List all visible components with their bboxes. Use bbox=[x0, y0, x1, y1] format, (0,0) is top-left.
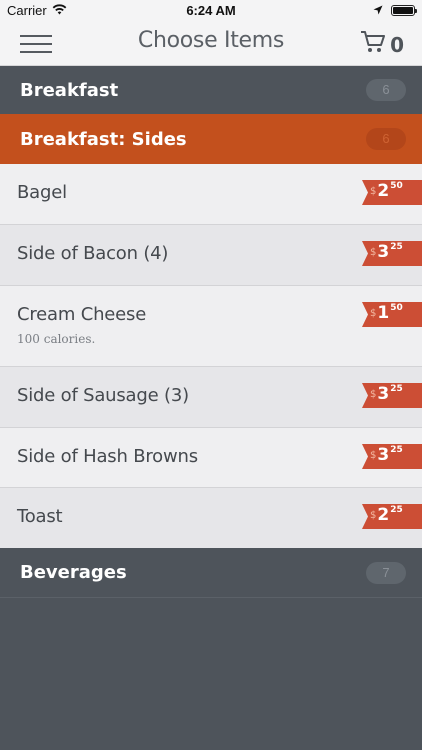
price-tag: $250 bbox=[362, 180, 422, 205]
section-count-badge: 7 bbox=[366, 561, 406, 584]
status-bar: Carrier 6:24 AM bbox=[0, 0, 422, 20]
status-time: 6:24 AM bbox=[186, 3, 236, 18]
price-cents: 25 bbox=[390, 242, 403, 252]
cart-button[interactable]: 0 bbox=[360, 30, 404, 59]
price-currency: $ bbox=[370, 186, 377, 197]
price-currency: $ bbox=[370, 450, 377, 461]
price-label: $325 bbox=[370, 384, 403, 404]
price-cents: 25 bbox=[390, 384, 403, 394]
cart-icon bbox=[360, 30, 386, 59]
menu-item-row[interactable]: Side of Sausage (3) $325 bbox=[0, 367, 422, 428]
price-tag: $225 bbox=[362, 504, 422, 529]
menu-item-row[interactable]: Toast $225 bbox=[0, 488, 422, 548]
price-currency: $ bbox=[370, 510, 377, 521]
price-label: $150 bbox=[370, 303, 403, 323]
price-dollars: 1 bbox=[377, 303, 390, 323]
cart-count: 0 bbox=[390, 32, 404, 57]
item-name: Side of Hash Browns bbox=[17, 446, 198, 467]
item-name: Bagel bbox=[17, 182, 67, 203]
price-currency: $ bbox=[370, 247, 377, 258]
price-dollars: 3 bbox=[377, 242, 390, 262]
battery-icon bbox=[391, 5, 417, 16]
price-cents: 50 bbox=[390, 181, 403, 191]
price-cents: 50 bbox=[390, 303, 403, 313]
price-dollars: 3 bbox=[377, 445, 390, 465]
price-tag: $325 bbox=[362, 241, 422, 266]
price-cents: 25 bbox=[390, 445, 403, 455]
price-tag: $150 bbox=[362, 302, 422, 327]
status-bar-right bbox=[373, 3, 417, 18]
price-dollars: 2 bbox=[377, 181, 390, 201]
item-description: 100 calories. bbox=[17, 332, 96, 346]
price-dollars: 2 bbox=[377, 505, 390, 525]
item-name: Toast bbox=[17, 506, 63, 527]
item-name: Side of Bacon (4) bbox=[17, 243, 169, 264]
item-name: Side of Sausage (3) bbox=[17, 385, 189, 406]
hamburger-menu-icon[interactable] bbox=[20, 34, 52, 54]
section-label: Breakfast bbox=[20, 79, 119, 101]
section-header-beverages[interactable]: Beverages 7 bbox=[0, 548, 422, 598]
item-name: Cream Cheese bbox=[17, 304, 147, 325]
price-currency: $ bbox=[370, 308, 377, 319]
price-label: $250 bbox=[370, 181, 403, 201]
menu-item-row[interactable]: Side of Bacon (4) $325 bbox=[0, 225, 422, 286]
price-label: $325 bbox=[370, 445, 403, 465]
price-dollars: 3 bbox=[377, 384, 390, 404]
price-label: $225 bbox=[370, 505, 403, 525]
section-label: Beverages bbox=[20, 562, 127, 583]
price-tag: $325 bbox=[362, 383, 422, 408]
section-count-badge: 6 bbox=[366, 79, 406, 101]
menu-item-row[interactable]: Side of Hash Browns $325 bbox=[0, 428, 422, 488]
price-cents: 25 bbox=[390, 505, 403, 515]
section-count-badge: 6 bbox=[366, 128, 406, 150]
page-title: Choose Items bbox=[137, 28, 285, 53]
menu-item-row[interactable]: Cream Cheese 100 calories. $150 bbox=[0, 286, 422, 367]
navigation-bar: Choose Items 0 bbox=[0, 20, 422, 66]
section-label: Breakfast: Sides bbox=[20, 128, 187, 150]
menu-item-row[interactable]: Bagel $250 bbox=[0, 164, 422, 225]
location-arrow-icon bbox=[373, 3, 383, 18]
section-header-breakfast[interactable]: Breakfast 6 bbox=[0, 66, 422, 114]
price-currency: $ bbox=[370, 389, 377, 400]
section-header-breakfast-sides[interactable]: Breakfast: Sides 6 bbox=[0, 114, 422, 164]
price-label: $325 bbox=[370, 242, 403, 262]
price-tag: $325 bbox=[362, 444, 422, 469]
